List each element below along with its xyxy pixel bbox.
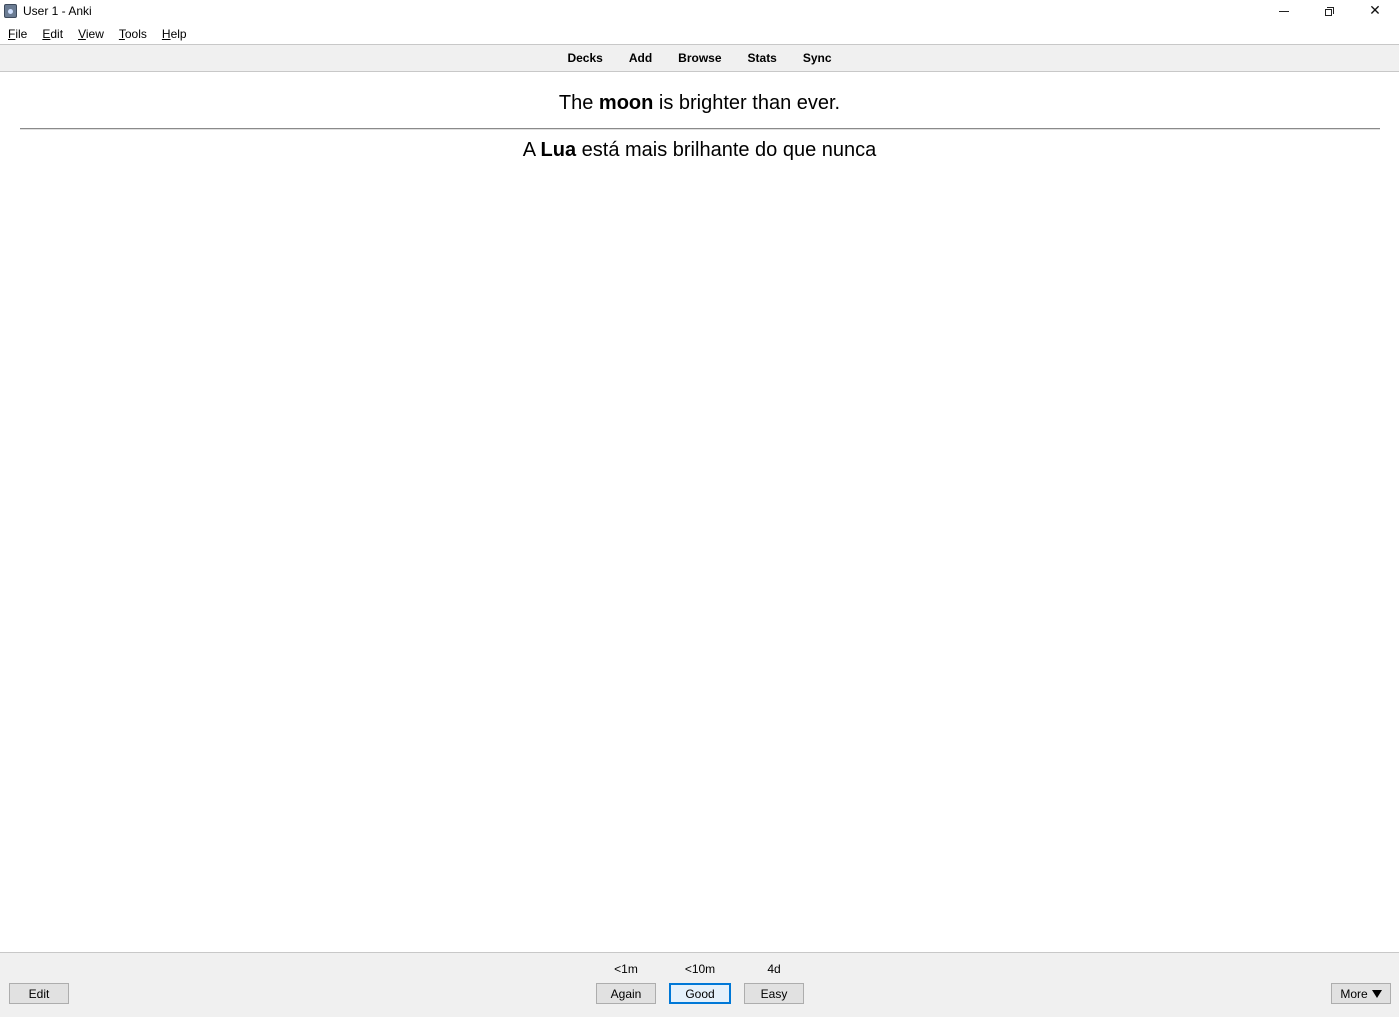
good-button[interactable]: Good: [669, 983, 731, 1004]
toolbar-browse[interactable]: Browse: [665, 51, 734, 65]
menu-bar: File Edit View Tools Help: [0, 23, 1399, 44]
toolbar-sync[interactable]: Sync: [790, 51, 845, 65]
again-interval: <1m: [614, 962, 638, 976]
restore-button[interactable]: [1306, 0, 1352, 22]
toolbar-decks[interactable]: Decks: [554, 51, 615, 65]
close-icon: ✕: [1369, 3, 1381, 19]
anki-window: User 1 - Anki ✕ File Edit View Tools Hel…: [0, 0, 1399, 1017]
minimize-icon: [1279, 10, 1289, 12]
title-bar: User 1 - Anki ✕: [0, 0, 1399, 22]
card-front-text: The moon is brighter than ever.: [558, 92, 841, 114]
more-label: More: [1340, 986, 1368, 1001]
menu-help[interactable]: Help: [154, 27, 194, 41]
again-button[interactable]: Again: [596, 983, 656, 1004]
minimize-button[interactable]: [1261, 0, 1307, 22]
good-interval: <10m: [684, 962, 716, 976]
more-button[interactable]: More: [1331, 983, 1391, 1004]
card-display: The moon is brighter than ever. A Lua es…: [0, 72, 1399, 952]
close-button[interactable]: ✕: [1352, 0, 1398, 22]
anki-app-icon: [4, 4, 17, 18]
menu-file[interactable]: File: [0, 27, 34, 41]
toolbar-stats[interactable]: Stats: [735, 51, 790, 65]
dropdown-arrow-icon: [1371, 989, 1382, 998]
menu-tools[interactable]: Tools: [111, 27, 154, 41]
menu-view[interactable]: View: [70, 27, 111, 41]
edit-button[interactable]: Edit: [9, 983, 69, 1004]
review-bottom-bar: Edit <1m <10m 4d Again Good Easy More: [0, 952, 1399, 1017]
toolbar-add[interactable]: Add: [616, 51, 665, 65]
card-back-text: A Lua está mais brilhante do que nunca: [522, 139, 877, 161]
easy-button[interactable]: Easy: [744, 983, 804, 1004]
main-toolbar: Decks Add Browse Stats Sync: [0, 44, 1399, 72]
restore-icon: [1324, 6, 1334, 16]
window-title: User 1 - Anki: [23, 4, 92, 18]
easy-interval: 4d: [767, 962, 781, 976]
answer-separator: [20, 128, 1380, 130]
menu-edit[interactable]: Edit: [34, 27, 70, 41]
